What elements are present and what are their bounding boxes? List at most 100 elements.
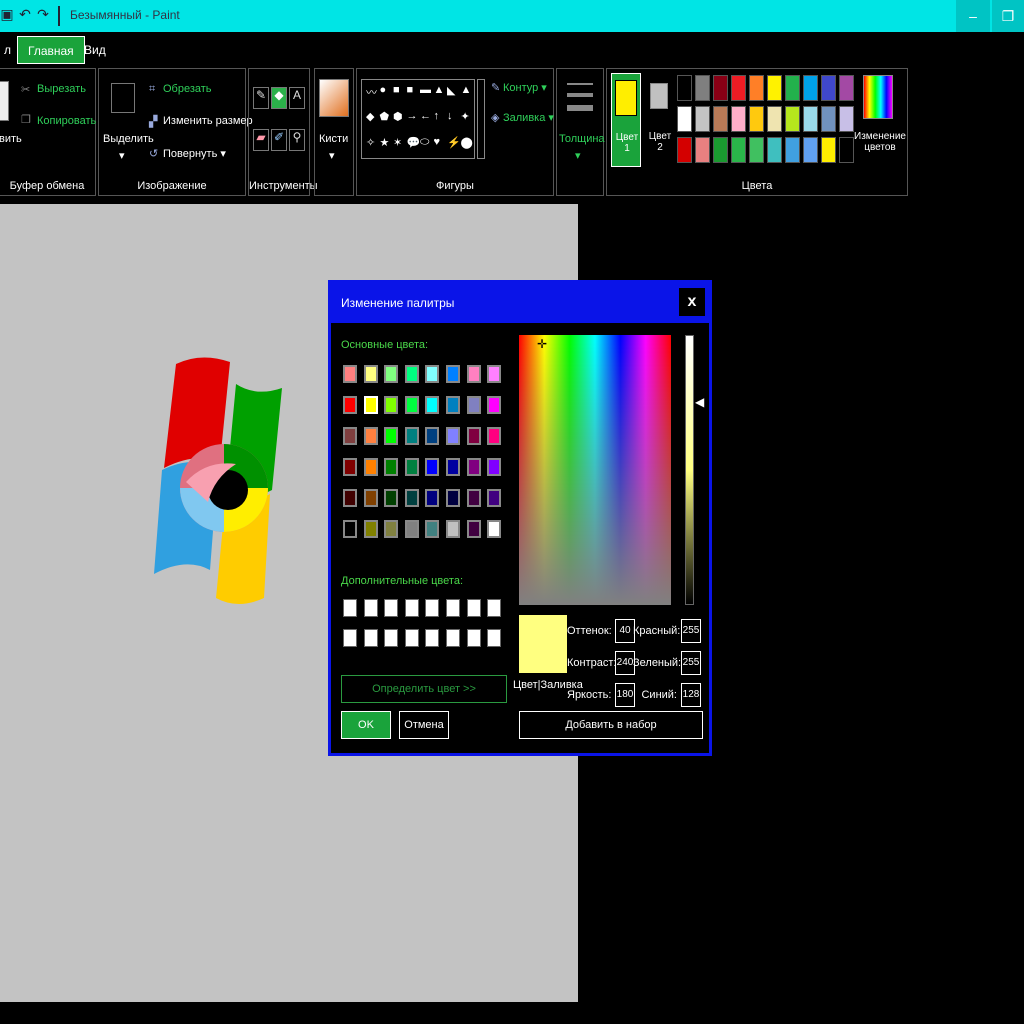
- custom-color-swatch[interactable]: [363, 599, 378, 617]
- basic-color-swatch[interactable]: [487, 396, 502, 414]
- basic-color-swatch[interactable]: [384, 489, 399, 507]
- custom-color-swatch[interactable]: [466, 599, 481, 617]
- shape-option[interactable]: ↓: [447, 110, 453, 122]
- palette-swatch[interactable]: [677, 106, 692, 132]
- basic-color-swatch[interactable]: [384, 365, 399, 383]
- basic-color-swatch[interactable]: [425, 427, 440, 445]
- basic-color-swatch[interactable]: [425, 520, 440, 538]
- color1-button[interactable]: Цвет 1: [611, 73, 641, 167]
- luminance-slider[interactable]: [685, 335, 694, 605]
- basic-color-swatch[interactable]: [466, 520, 481, 538]
- shape-option[interactable]: ✦: [461, 110, 470, 123]
- basic-color-swatch[interactable]: [363, 489, 378, 507]
- shape-option[interactable]: ⬢: [393, 110, 403, 123]
- palette-swatch[interactable]: [767, 75, 782, 101]
- palette-swatch[interactable]: [803, 137, 818, 163]
- basic-color-swatch[interactable]: [343, 489, 357, 507]
- select-dropdown-icon[interactable]: ▾: [119, 149, 125, 162]
- palette-swatch[interactable]: [713, 137, 728, 163]
- custom-color-swatch[interactable]: [487, 599, 502, 617]
- basic-color-swatch[interactable]: [404, 365, 419, 383]
- color-picker-icon[interactable]: ✐: [271, 129, 287, 151]
- basic-color-swatch[interactable]: [487, 489, 502, 507]
- shape-option[interactable]: ⬤: [461, 136, 473, 149]
- shape-option[interactable]: ▬: [420, 84, 431, 96]
- add-to-custom-colors-button[interactable]: Добавить в набор: [519, 711, 703, 739]
- cancel-button[interactable]: Отмена: [399, 711, 449, 739]
- shape-option[interactable]: ↑: [434, 110, 440, 122]
- basic-color-swatch[interactable]: [446, 458, 460, 476]
- palette-swatch[interactable]: [821, 75, 836, 101]
- basic-color-swatch[interactable]: [363, 365, 378, 383]
- basic-color-swatch[interactable]: [384, 520, 399, 538]
- green-field[interactable]: 255: [681, 651, 701, 675]
- basic-color-swatch[interactable]: [487, 427, 502, 445]
- palette-swatch[interactable]: [821, 137, 836, 163]
- brushes-button[interactable]: Кисти: [319, 133, 348, 145]
- palette-swatch[interactable]: [731, 137, 746, 163]
- basic-color-swatch[interactable]: [363, 396, 378, 414]
- shape-option[interactable]: ■: [407, 84, 414, 96]
- basic-color-swatch[interactable]: [363, 427, 378, 445]
- custom-color-swatch[interactable]: [363, 629, 378, 647]
- shape-option[interactable]: ●: [380, 84, 387, 96]
- basic-color-swatch[interactable]: [343, 396, 357, 414]
- custom-color-swatch[interactable]: [343, 629, 357, 647]
- brushes-dropdown-icon[interactable]: ▾: [329, 149, 335, 162]
- palette-swatch[interactable]: [749, 75, 764, 101]
- custom-color-swatch[interactable]: [425, 599, 440, 617]
- shape-option[interactable]: ★: [380, 136, 390, 149]
- basic-color-swatch[interactable]: [446, 520, 460, 538]
- maximize-button[interactable]: ❐: [992, 0, 1024, 32]
- edit-colors-button[interactable]: Изменение цветов: [853, 131, 907, 153]
- palette-swatch[interactable]: [821, 106, 836, 132]
- palette-swatch[interactable]: [839, 137, 854, 163]
- basic-color-swatch[interactable]: [404, 458, 419, 476]
- basic-color-swatch[interactable]: [446, 427, 460, 445]
- undo-icon[interactable]: ↶: [18, 4, 32, 24]
- select-icon[interactable]: [111, 83, 135, 113]
- palette-swatch[interactable]: [785, 137, 800, 163]
- paste-button[interactable]: вить: [0, 133, 22, 145]
- shape-option[interactable]: ▲: [434, 84, 445, 96]
- palette-swatch[interactable]: [695, 106, 710, 132]
- basic-color-swatch[interactable]: [404, 520, 419, 538]
- palette-swatch[interactable]: [731, 106, 746, 132]
- palette-swatch[interactable]: [803, 106, 818, 132]
- shape-option[interactable]: ▲: [461, 84, 472, 96]
- custom-color-swatch[interactable]: [404, 629, 419, 647]
- luminance-arrow-icon[interactable]: ◀: [695, 395, 704, 409]
- save-icon[interactable]: ▣: [0, 4, 14, 24]
- brush-icon[interactable]: [319, 79, 349, 117]
- basic-color-swatch[interactable]: [446, 396, 460, 414]
- custom-color-swatch[interactable]: [446, 629, 460, 647]
- redo-icon[interactable]: ↷: [36, 4, 50, 24]
- paste-icon[interactable]: [0, 81, 9, 121]
- shape-option[interactable]: ⚡: [447, 136, 461, 149]
- magnifier-icon[interactable]: ⚲: [289, 129, 305, 151]
- blue-field[interactable]: 128: [681, 683, 701, 707]
- basic-color-swatch[interactable]: [384, 396, 399, 414]
- basic-color-swatch[interactable]: [466, 427, 481, 445]
- shape-option[interactable]: ⬟: [380, 110, 390, 123]
- palette-swatch[interactable]: [785, 106, 800, 132]
- shape-option[interactable]: →: [407, 110, 418, 122]
- palette-swatch[interactable]: [731, 75, 746, 101]
- shape-option[interactable]: ←: [420, 110, 431, 122]
- custom-color-swatch[interactable]: [384, 599, 399, 617]
- shape-option[interactable]: 💬: [407, 136, 421, 149]
- basic-color-swatch[interactable]: [404, 489, 419, 507]
- basic-color-swatch[interactable]: [425, 489, 440, 507]
- shape-option[interactable]: ♥: [434, 136, 441, 148]
- pencil-icon[interactable]: ✎: [253, 87, 269, 109]
- select-button[interactable]: Выделить: [103, 133, 154, 145]
- dialog-close-button[interactable]: x: [679, 288, 705, 316]
- thickness-dropdown-icon[interactable]: ▾: [575, 149, 581, 162]
- palette-swatch[interactable]: [839, 75, 854, 101]
- basic-color-swatch[interactable]: [404, 396, 419, 414]
- fill-icon[interactable]: ◆: [271, 87, 287, 109]
- cut-button[interactable]: Вырезать: [37, 83, 86, 95]
- palette-swatch[interactable]: [713, 106, 728, 132]
- text-icon[interactable]: A: [289, 87, 305, 109]
- custom-color-swatch[interactable]: [487, 629, 502, 647]
